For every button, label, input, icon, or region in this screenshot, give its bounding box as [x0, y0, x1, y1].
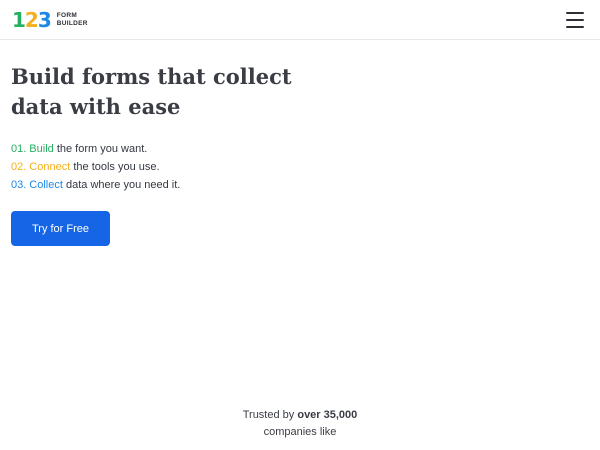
step-keyword: Collect [29, 179, 63, 191]
step-number: 02. [11, 161, 27, 173]
trusted-prefix: Trusted by [242, 409, 295, 421]
logo-wordmark: FORM BUILDER [57, 12, 88, 27]
logo[interactable]: 1 2 3 FORM BUILDER [12, 8, 88, 32]
step-text: the tools you use. [73, 161, 160, 173]
step-item-build: 01. Build the form you want. [11, 140, 311, 158]
logo-123-icon: 1 2 3 [12, 7, 52, 32]
hero-section: Build forms that collect data with ease … [11, 62, 311, 246]
steps-list: 01. Build the form you want. 02. Connect t… [11, 140, 311, 194]
step-number: 01. [11, 143, 27, 155]
hamburger-menu-icon[interactable] [566, 11, 584, 28]
step-keyword: Build [29, 143, 54, 155]
trusted-count: over 35,000 [297, 409, 358, 421]
logo-line-builder: BUILDER [56, 19, 88, 27]
hero-title-line-1: Build forms that collect [11, 64, 292, 89]
step-item-connect: 02. Connect the tools you use. [11, 158, 311, 176]
step-number: 03. [11, 179, 27, 191]
logo-digit-3: 3 [37, 7, 52, 32]
logo-digit-2: 2 [24, 7, 39, 32]
trusted-line-1: Trusted by over 35,000 [0, 407, 600, 424]
trusted-line-2: companies like [263, 426, 337, 438]
trusted-by-section: Trusted by over 35,000 companies like [0, 407, 600, 441]
try-for-free-button[interactable]: Try for Free [11, 211, 110, 246]
logo-digit-1: 1 [12, 7, 26, 32]
hero-title: Build forms that collect data with ease [11, 62, 311, 122]
site-header: 1 2 3 FORM BUILDER [0, 0, 600, 40]
step-text: data where you need it. [65, 179, 181, 191]
logo-line-form: FORM [56, 12, 78, 19]
step-keyword: Connect [29, 161, 71, 173]
hero-title-line-2: data with ease [11, 94, 181, 119]
step-item-collect: 03. Collect data where you need it. [11, 176, 311, 194]
step-text: the form you want. [56, 143, 148, 155]
